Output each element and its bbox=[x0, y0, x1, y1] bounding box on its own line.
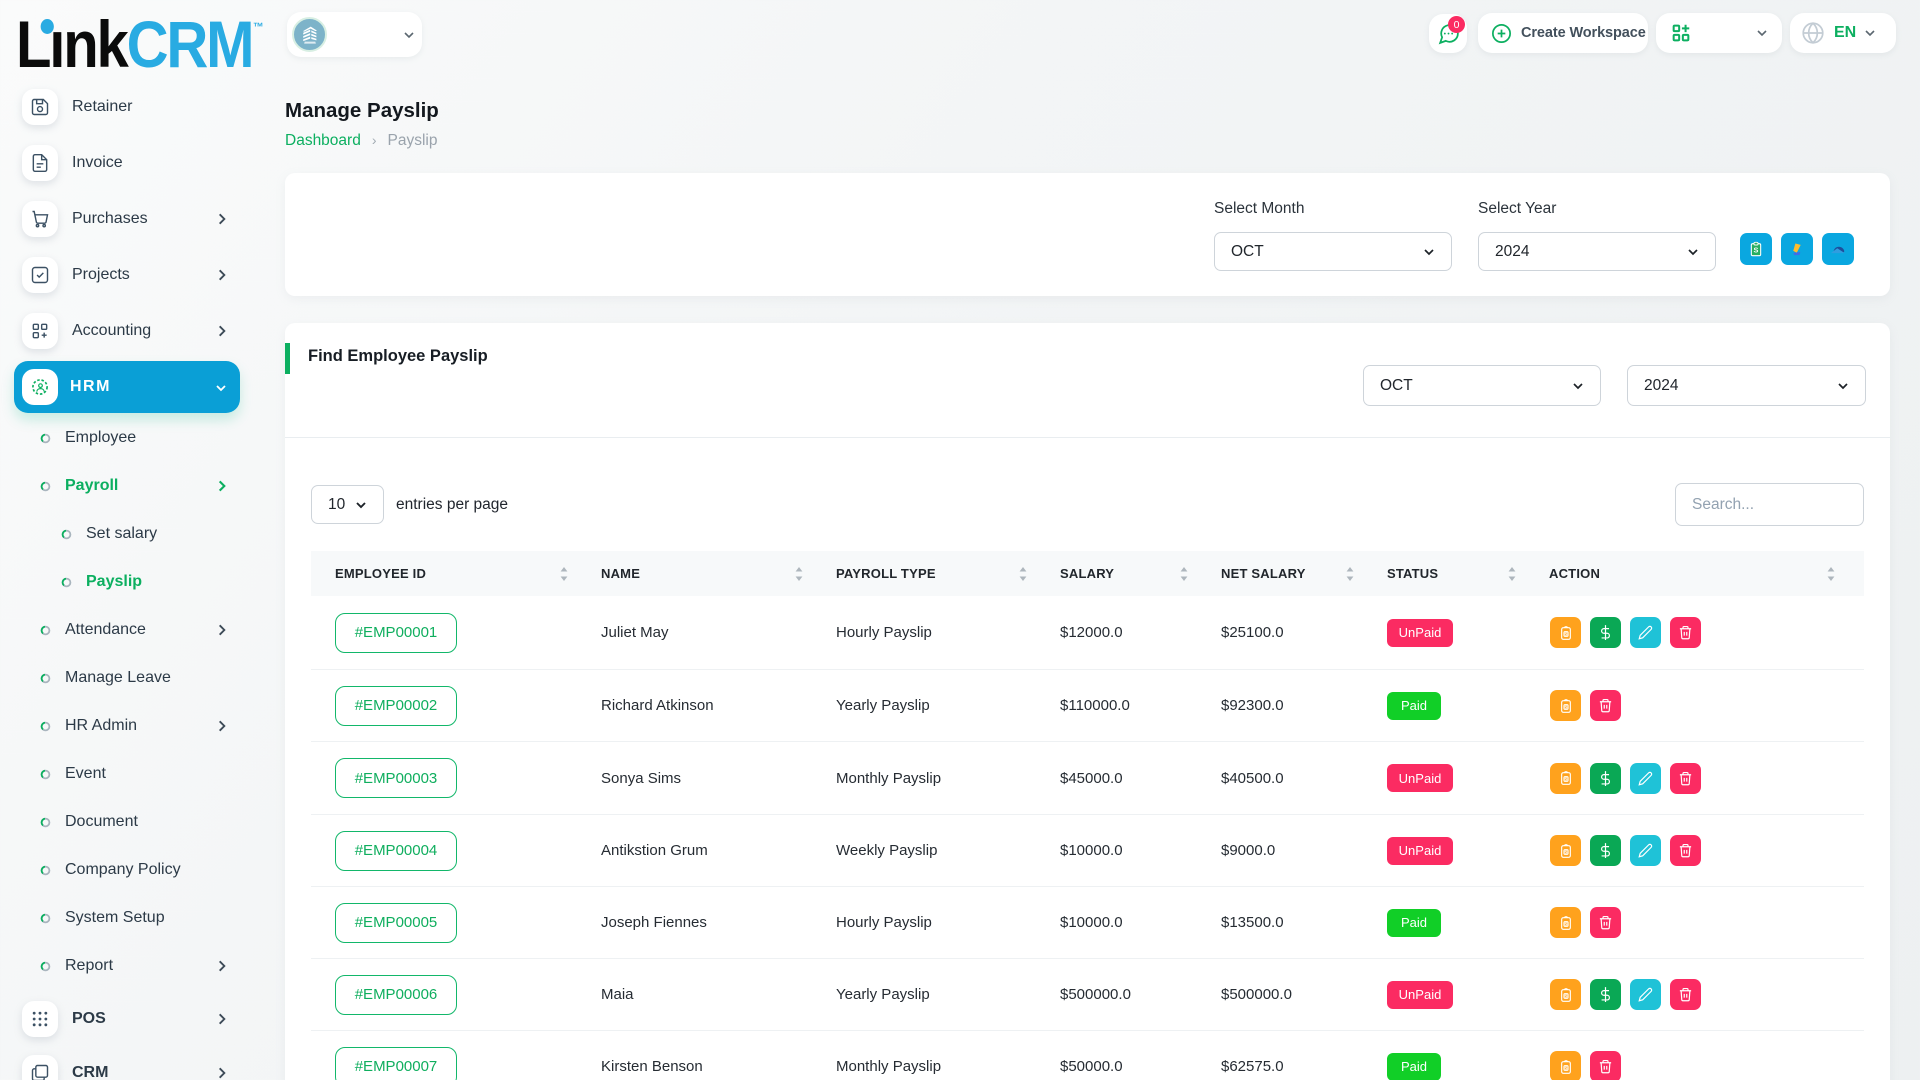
svg-text:S: S bbox=[1564, 777, 1567, 782]
svg-text:S: S bbox=[1564, 1065, 1567, 1070]
svg-text:S: S bbox=[1754, 245, 1759, 254]
svg-text:S: S bbox=[1564, 993, 1567, 998]
svg-text:S: S bbox=[1564, 921, 1567, 926]
svg-text:S: S bbox=[1564, 704, 1567, 709]
svg-text:S: S bbox=[1564, 631, 1567, 636]
svg-text:S: S bbox=[1564, 849, 1567, 854]
